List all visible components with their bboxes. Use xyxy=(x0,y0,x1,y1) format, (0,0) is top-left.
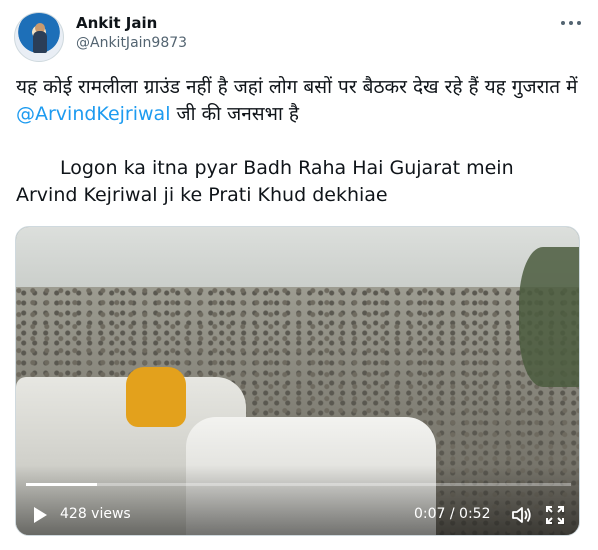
hindi-text-start: यह कोई रामलीला ग्राउंड नहीं है जहां लोग … xyxy=(16,76,578,98)
hindi-text-end: जी की जनसभा है xyxy=(170,103,300,125)
tweet-text: यह कोई रामलीला ग्राउंड नहीं है जहां लोग … xyxy=(16,74,584,209)
volume-icon[interactable] xyxy=(510,504,532,526)
author-handle[interactable]: @AnkitJain9873 xyxy=(76,35,187,51)
video-time: 0:07 / 0:52 xyxy=(414,506,491,522)
tweet-english-line-1: Logon ka itna pyar Badh Raha Hai Gujarat… xyxy=(60,157,514,179)
mention-link[interactable]: @ArvindKejriwal xyxy=(16,103,170,125)
view-count: 428 views xyxy=(60,506,131,522)
fullscreen-icon[interactable] xyxy=(544,504,566,526)
avatar[interactable] xyxy=(14,12,64,62)
author-name[interactable]: Ankit Jain xyxy=(76,14,157,32)
video-controls-shade xyxy=(16,465,579,535)
video-progress-fill xyxy=(26,483,97,486)
video-player[interactable]: 428 views 0:07 / 0:52 xyxy=(15,226,580,536)
video-progress-bar[interactable] xyxy=(26,483,571,486)
video-tree xyxy=(519,247,579,387)
more-icon[interactable] xyxy=(561,16,583,30)
tweet-hindi-text: यह कोई रामलीला ग्राउंड नहीं है जहां लोग … xyxy=(16,74,584,128)
play-icon[interactable] xyxy=(30,505,50,525)
video-flag xyxy=(126,367,186,427)
tweet-english-line-2: Arvind Kejriwal ji ke Prati Khud dekhiae xyxy=(16,184,388,206)
tweet: Ankit Jain @AnkitJain9873 यह कोई रामलीला… xyxy=(0,0,598,550)
avatar-figure xyxy=(33,31,47,53)
